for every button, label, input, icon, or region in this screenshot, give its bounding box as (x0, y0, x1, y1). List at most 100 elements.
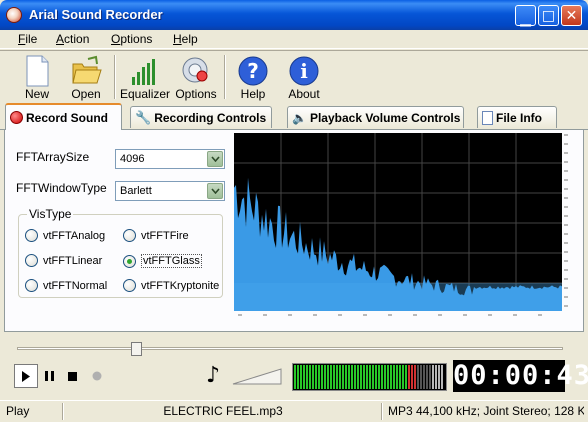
radio-circle-selected[interactable] (123, 254, 136, 268)
vu-meter-segment (297, 365, 299, 389)
vu-meter-segment (330, 365, 332, 389)
record-icon (92, 371, 102, 381)
vu-meter-segment (366, 365, 368, 389)
close-button[interactable]: ✕ (561, 5, 582, 26)
about-button[interactable]: i About (285, 53, 323, 102)
radio-label: vtFFTLinear (43, 254, 103, 267)
vu-meter-segment (372, 365, 374, 389)
status-format: MP3 44,100 kHz; Joint Stereo; 128 Kb (388, 404, 584, 418)
vu-meter-segment (318, 365, 320, 389)
vu-meter-bars (294, 365, 443, 389)
vu-meter-segment (426, 365, 428, 389)
window-title: Arial Sound Recorder (29, 7, 163, 22)
vu-meter-segment (348, 365, 350, 389)
menu-options[interactable]: Options (111, 32, 152, 46)
volume-note-button[interactable]: ♪ (202, 364, 224, 388)
vu-meter-segment (357, 365, 359, 389)
seek-thumb[interactable] (131, 342, 143, 356)
equalizer-icon (132, 59, 155, 85)
volume-slider[interactable] (232, 367, 282, 385)
play-button[interactable] (14, 364, 38, 388)
vu-meter-segment (312, 365, 314, 389)
speaker-icon: 🔈 (292, 110, 307, 125)
title-bar[interactable]: Arial Sound Recorder ▁ □ ✕ (0, 0, 588, 30)
tab-file-info[interactable]: File Info (477, 106, 557, 128)
status-divider (62, 403, 64, 420)
vu-meter-segment (360, 365, 362, 389)
radio-label: vtFFTFire (141, 229, 189, 242)
radio-circle[interactable] (123, 229, 136, 242)
tab-label: Playback Volume Controls (309, 110, 461, 125)
stop-button[interactable] (60, 364, 84, 388)
radio-vtfftanalog[interactable]: vtFFTAnalog (25, 229, 105, 242)
status-bar: Play ELECTRIC FEEL.mp3 MP3 44,100 kHz; J… (0, 400, 588, 422)
help-button[interactable]: ? Help (234, 53, 272, 102)
tab-recording-controls[interactable]: 🔧 Recording Controls (130, 106, 272, 128)
vu-meter-segment (387, 365, 389, 389)
equalizer-label: Equalizer (120, 87, 171, 101)
vu-meter-segment (432, 365, 434, 389)
vu-meter-segment (369, 365, 371, 389)
radio-circle[interactable] (25, 254, 38, 267)
menu-action[interactable]: Action (56, 32, 89, 46)
fft-window-type-select[interactable]: Barlett (115, 181, 225, 201)
options-button[interactable]: Options (174, 53, 218, 102)
vu-meter-segment (417, 365, 419, 389)
radio-circle[interactable] (25, 229, 38, 242)
vu-meter-segment (381, 365, 383, 389)
radio-label: vtFFTNormal (43, 279, 108, 292)
radio-label: vtFFTAnalog (43, 229, 106, 242)
options-gear-icon (182, 57, 208, 83)
radio-vtfftlinear[interactable]: vtFFTLinear (25, 254, 102, 267)
vu-meter-segment (402, 365, 404, 389)
record-button[interactable] (85, 364, 109, 388)
radio-circle[interactable] (123, 279, 136, 292)
tab-playback-volume-controls[interactable]: 🔈 Playback Volume Controls (287, 106, 464, 128)
vu-meter-segment (411, 365, 413, 389)
vu-meter-segment (384, 365, 386, 389)
radio-label: vtFFTKryptonite (141, 279, 220, 292)
fft-array-size-select[interactable]: 4096 (115, 149, 225, 169)
equalizer-button[interactable]: Equalizer (120, 53, 170, 102)
open-folder-icon (72, 55, 102, 84)
vu-meter-segment (438, 365, 440, 389)
menu-help[interactable]: Help (173, 32, 198, 46)
vu-meter-segment (339, 365, 341, 389)
vu-meter-segment (405, 365, 407, 389)
vu-meter-segment (363, 365, 365, 389)
maximize-button[interactable]: □ (538, 5, 559, 26)
radio-vtfftglass[interactable]: vtFFTGlass (123, 254, 202, 268)
tab-bar: Record Sound 🔧 Recording Controls 🔈 Play… (0, 103, 588, 130)
vu-meter-segment (414, 365, 416, 389)
vu-meter-segment (324, 365, 326, 389)
radio-vtfftkryptonite[interactable]: vtFFTKryptonite (123, 279, 219, 292)
seek-track[interactable] (17, 347, 563, 350)
vu-meter (292, 363, 447, 391)
vu-meter-segment (321, 365, 323, 389)
new-button[interactable]: New (18, 53, 56, 102)
app-icon[interactable] (6, 7, 22, 23)
vu-meter-segment (294, 365, 296, 389)
tab-record-sound[interactable]: Record Sound (5, 103, 122, 130)
stop-icon (67, 371, 77, 381)
menu-bar: File Action Options Help (0, 30, 588, 49)
play-icon (22, 370, 30, 382)
open-button[interactable]: Open (66, 53, 106, 102)
vu-meter-segment (423, 365, 425, 389)
vu-meter-segment (429, 365, 431, 389)
minimize-button[interactable]: ▁ (515, 5, 536, 27)
radio-vtfftnormal[interactable]: vtFFTNormal (25, 279, 107, 292)
menu-file[interactable]: File (18, 32, 37, 46)
pause-button[interactable] (37, 364, 61, 388)
vu-meter-segment (420, 365, 422, 389)
vu-meter-segment (396, 365, 398, 389)
radio-vtfftfire[interactable]: vtFFTFire (123, 229, 189, 242)
new-file-icon (26, 55, 49, 87)
vu-meter-segment (435, 365, 437, 389)
options-label: Options (175, 87, 217, 101)
radio-circle[interactable] (25, 279, 38, 292)
chevron-down-icon[interactable] (207, 151, 223, 167)
file-info-icon (482, 110, 493, 125)
spectrum-visualizer (234, 133, 562, 311)
chevron-down-icon[interactable] (207, 183, 223, 199)
